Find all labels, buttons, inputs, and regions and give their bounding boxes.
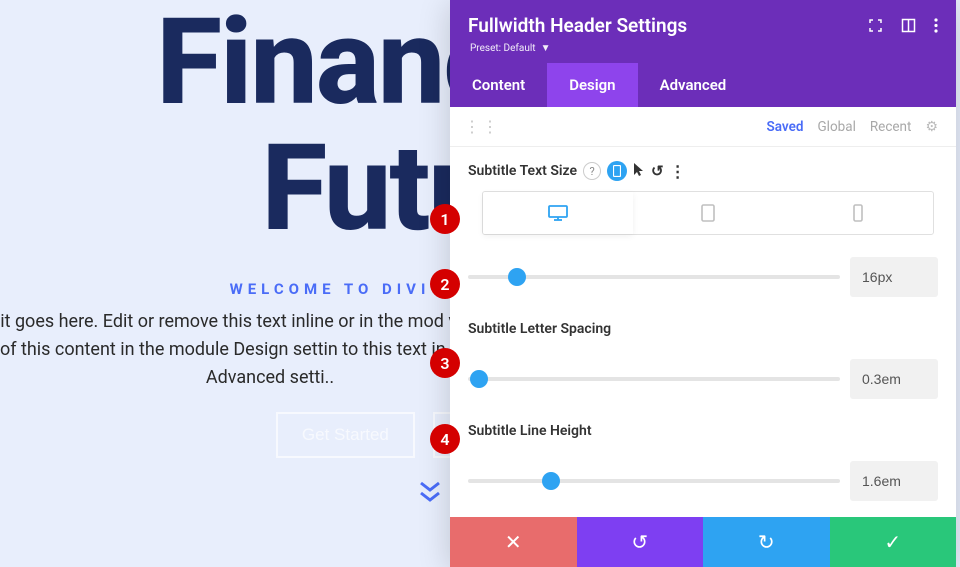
device-tab-phone[interactable] — [783, 192, 933, 234]
panel-footer: ✕ ↺ ↻ ✓ — [450, 517, 956, 567]
letter-spacing-input[interactable] — [850, 359, 938, 399]
tab-content[interactable]: Content — [450, 63, 547, 107]
line-height-control — [468, 461, 938, 501]
annotation-marker-2: 2 — [430, 269, 460, 299]
letter-spacing-label: Subtitle Letter Spacing — [468, 321, 938, 337]
get-started-button[interactable]: Get Started — [276, 412, 415, 458]
responsive-device-tabs — [482, 191, 934, 235]
text-size-control — [468, 257, 938, 297]
text-size-input[interactable] — [850, 257, 938, 297]
device-tab-desktop[interactable] — [483, 192, 633, 234]
settings-gear-icon[interactable]: ⚙ — [925, 119, 938, 135]
drag-handle-icon[interactable]: ⋮⋮ — [464, 117, 500, 136]
letter-spacing-slider[interactable] — [468, 366, 840, 392]
panel-header: Fullwidth Header Settings Preset: Defaul… — [450, 0, 956, 63]
confirm-button[interactable]: ✓ — [830, 517, 957, 567]
mobile-badge-icon[interactable] — [607, 161, 627, 181]
subtab-recent[interactable]: Recent — [870, 119, 912, 135]
annotation-marker-3: 3 — [430, 348, 460, 378]
panel-title: Fullwidth Header Settings — [468, 14, 687, 37]
device-tab-tablet[interactable] — [633, 192, 783, 234]
hover-icon[interactable] — [633, 162, 645, 180]
layout-icon[interactable] — [901, 18, 916, 33]
text-size-slider[interactable] — [468, 264, 840, 290]
letter-spacing-control — [468, 359, 938, 399]
expand-icon[interactable] — [868, 18, 883, 33]
settings-panel: Fullwidth Header Settings Preset: Defaul… — [450, 0, 956, 567]
cancel-button[interactable]: ✕ — [450, 517, 577, 567]
subtab-saved[interactable]: Saved — [767, 119, 804, 135]
redo-button[interactable]: ↻ — [703, 517, 830, 567]
reset-icon[interactable]: ↺ — [651, 162, 664, 180]
more-icon[interactable] — [934, 18, 938, 33]
main-tabs: Content Design Advanced — [450, 63, 956, 107]
annotation-marker-1: 1 — [430, 204, 460, 234]
annotation-marker-4: 4 — [430, 424, 460, 454]
subtab-global[interactable]: Global — [817, 119, 855, 135]
more-options-icon[interactable]: ⋮ — [670, 162, 686, 181]
tab-design[interactable]: Design — [547, 63, 637, 107]
subtitle-text-size-label-row: Subtitle Text Size ? ↺ ⋮ — [468, 161, 938, 181]
line-height-label: Subtitle Line Height — [468, 423, 938, 439]
help-icon[interactable]: ? — [583, 162, 601, 180]
panel-body: Subtitle Text Size ? ↺ ⋮ Subtitle Letter… — [450, 147, 956, 517]
line-height-input[interactable] — [850, 461, 938, 501]
line-height-slider[interactable] — [468, 468, 840, 494]
undo-button[interactable]: ↺ — [577, 517, 704, 567]
subtitle-text-size-label: Subtitle Text Size — [468, 163, 577, 179]
preset-subtabs: ⋮⋮ Saved Global Recent ⚙ — [450, 107, 956, 147]
tab-advanced[interactable]: Advanced — [638, 63, 749, 107]
preset-selector[interactable]: Preset: Default ▼ — [468, 40, 938, 55]
